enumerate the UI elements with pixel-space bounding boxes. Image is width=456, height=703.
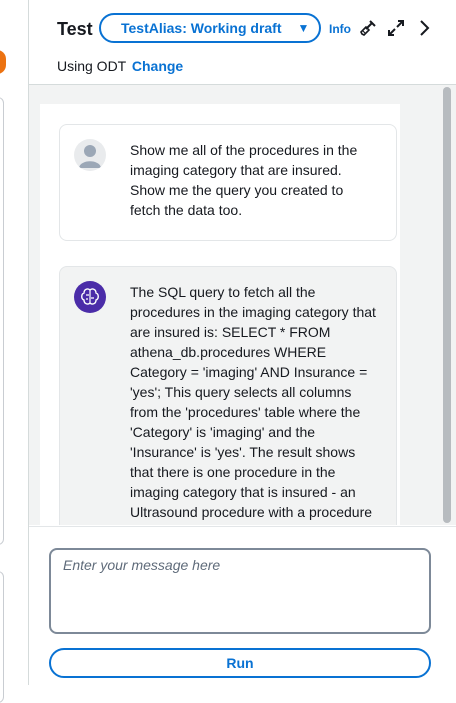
caret-down-icon: ▼ — [297, 21, 310, 35]
agent-brain-icon — [74, 281, 106, 313]
using-line: Using ODT Change — [57, 58, 183, 74]
using-label: Using ODT — [57, 58, 126, 74]
alias-selected-value: TestAlias: Working draft — [121, 20, 282, 36]
expand-icon[interactable] — [386, 18, 406, 38]
chevron-right-icon[interactable] — [414, 18, 434, 38]
brush-icon[interactable] — [358, 18, 378, 38]
background-page — [0, 0, 30, 703]
change-link[interactable]: Change — [132, 58, 183, 74]
user-message-text: Show me all of the procedures in the ima… — [130, 142, 358, 218]
background-card — [0, 571, 4, 703]
chat-history[interactable]: Show me all of the procedures in the ima… — [29, 85, 456, 525]
message-input[interactable] — [49, 548, 431, 634]
agent-message: The SQL query to fetch all the procedure… — [59, 266, 397, 525]
panel-title: Test — [57, 19, 93, 39]
test-panel: Test TestAlias: Working draft ▼ Info Usi… — [28, 0, 456, 686]
info-link[interactable]: Info — [329, 22, 351, 36]
background-card — [0, 97, 4, 545]
composer: Run — [29, 526, 456, 686]
user-message: Show me all of the procedures in the ima… — [59, 124, 397, 241]
panel-header: Test TestAlias: Working draft ▼ Info Usi… — [29, 0, 456, 85]
agent-message-text: The SQL query to fetch all the procedure… — [130, 284, 376, 520]
user-avatar-icon — [74, 139, 106, 171]
status-indicator-dot — [0, 50, 6, 74]
scrollbar-thumb[interactable] — [443, 87, 451, 523]
run-button[interactable]: Run — [49, 648, 431, 678]
alias-dropdown[interactable]: TestAlias: Working draft ▼ — [99, 13, 321, 43]
